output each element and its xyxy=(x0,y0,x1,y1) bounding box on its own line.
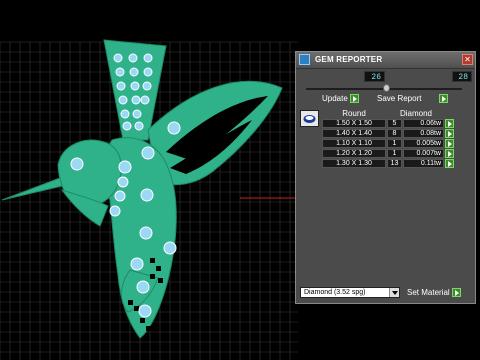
gem-setting[interactable] xyxy=(140,95,150,105)
gem-weight-cell: 0.005tw xyxy=(403,139,444,148)
panel-titlebar[interactable]: GEM REPORTER ✕ xyxy=(296,52,475,69)
table-row[interactable]: 1.10 X 1.10 1 0.005tw xyxy=(322,139,456,149)
gem-setting[interactable] xyxy=(114,190,126,202)
material-select-value: Diamond (3.52 spg) xyxy=(304,289,366,296)
total-weight-value: 26 xyxy=(364,71,385,82)
total-count-value: 28 xyxy=(452,71,472,82)
tail-notch xyxy=(146,326,151,331)
gem-setting[interactable] xyxy=(132,109,142,119)
gem-count-cell: 1 xyxy=(387,149,402,158)
tail-notch xyxy=(128,300,133,305)
gem-setting[interactable] xyxy=(141,146,155,160)
gem-setting[interactable] xyxy=(140,188,154,202)
gem-setting[interactable] xyxy=(130,257,144,271)
tail-notch xyxy=(156,266,161,271)
tail-notch xyxy=(134,306,139,311)
round-gem-icon xyxy=(303,115,316,123)
select-row-button[interactable] xyxy=(445,159,454,168)
gem-setting[interactable] xyxy=(70,157,84,171)
table-row[interactable]: 1.40 X 1.40 8 0.08tw xyxy=(322,129,456,139)
select-row-button[interactable] xyxy=(445,119,454,128)
select-row-button[interactable] xyxy=(445,129,454,138)
column-header-material: Diamond xyxy=(399,109,432,118)
gem-weight-cell: 0.11tw xyxy=(403,159,444,168)
gem-size-cell: 1.20 X 1.20 xyxy=(322,149,386,158)
gem-setting[interactable] xyxy=(129,67,139,77)
gem-reporter-icon xyxy=(299,54,310,65)
gem-setting[interactable] xyxy=(136,280,150,294)
gem-setting[interactable] xyxy=(167,121,181,135)
tail-notch xyxy=(150,258,155,263)
gem-setting[interactable] xyxy=(142,81,152,91)
table-row[interactable]: 1.30 X 1.30 13 0.11tw xyxy=(322,159,456,169)
gem-count-cell: 8 xyxy=(387,129,402,138)
total-weight-label: Total Gem Weight xyxy=(300,22,364,31)
gem-setting[interactable] xyxy=(120,109,130,119)
gem-size-cell: 1.50 X 1.50 xyxy=(322,119,386,128)
update-button[interactable]: Update xyxy=(322,94,348,103)
gem-weight-cell: 0.007tw xyxy=(403,149,444,158)
gem-setting[interactable] xyxy=(138,304,152,318)
update-arrow-icon[interactable] xyxy=(350,94,359,103)
total-count-label: Total Gem Count xyxy=(389,22,450,31)
gem-count-cell: 5 xyxy=(387,119,402,128)
gem-count-cell: 1 xyxy=(387,139,402,148)
table-row[interactable]: 1.20 X 1.20 1 0.007tw xyxy=(322,149,456,159)
set-material-button[interactable]: Set Material xyxy=(407,288,450,297)
slider-thumb[interactable] xyxy=(383,84,390,92)
gem-setting[interactable] xyxy=(117,176,129,188)
gem-setting[interactable] xyxy=(115,67,125,77)
save-report-button[interactable]: Save Report xyxy=(377,94,421,103)
chevron-down-icon[interactable] xyxy=(389,288,399,297)
gem-weight-cell: 0.06tw xyxy=(403,119,444,128)
gem-setting[interactable] xyxy=(130,81,140,91)
table-row[interactable]: 1.50 X 1.50 5 0.06tw xyxy=(322,119,456,129)
gem-setting[interactable] xyxy=(143,67,153,77)
gem-setting[interactable] xyxy=(134,121,144,131)
select-row-button[interactable] xyxy=(445,139,454,148)
gem-setting[interactable] xyxy=(163,241,177,255)
gem-setting[interactable] xyxy=(116,81,126,91)
column-header-shape: Round xyxy=(342,109,366,118)
gem-weight-cell: 0.08tw xyxy=(403,129,444,138)
gem-setting[interactable] xyxy=(128,53,138,63)
gem-size-cell: 1.40 X 1.40 xyxy=(322,129,386,138)
gem-setting[interactable] xyxy=(143,53,153,63)
round-gem-thumbnail[interactable] xyxy=(300,110,319,127)
close-button[interactable]: ✕ xyxy=(462,54,473,65)
gem-setting[interactable] xyxy=(131,95,141,105)
tail-notch xyxy=(158,278,163,283)
gem-setting[interactable] xyxy=(109,205,121,217)
save-report-arrow-icon[interactable] xyxy=(439,94,448,103)
gem-setting[interactable] xyxy=(122,121,132,131)
gem-setting[interactable] xyxy=(113,53,123,63)
tail-notch xyxy=(150,274,155,279)
gem-setting[interactable] xyxy=(118,160,132,174)
gem-table: Round Diamond 1.50 X 1.50 5 0.06tw 1.40 … xyxy=(322,109,456,169)
gem-setting[interactable] xyxy=(118,95,128,105)
tail-notch xyxy=(140,318,145,323)
gem-size-cell: 1.30 X 1.30 xyxy=(322,159,386,168)
material-select[interactable]: Diamond (3.52 spg) xyxy=(300,287,400,298)
select-row-button[interactable] xyxy=(445,149,454,158)
set-material-arrow-icon[interactable] xyxy=(452,288,461,297)
panel-title: GEM REPORTER xyxy=(315,55,383,64)
gem-setting[interactable] xyxy=(139,226,153,240)
gem-count-cell: 13 xyxy=(387,159,402,168)
gem-size-cell: 1.10 X 1.10 xyxy=(322,139,386,148)
